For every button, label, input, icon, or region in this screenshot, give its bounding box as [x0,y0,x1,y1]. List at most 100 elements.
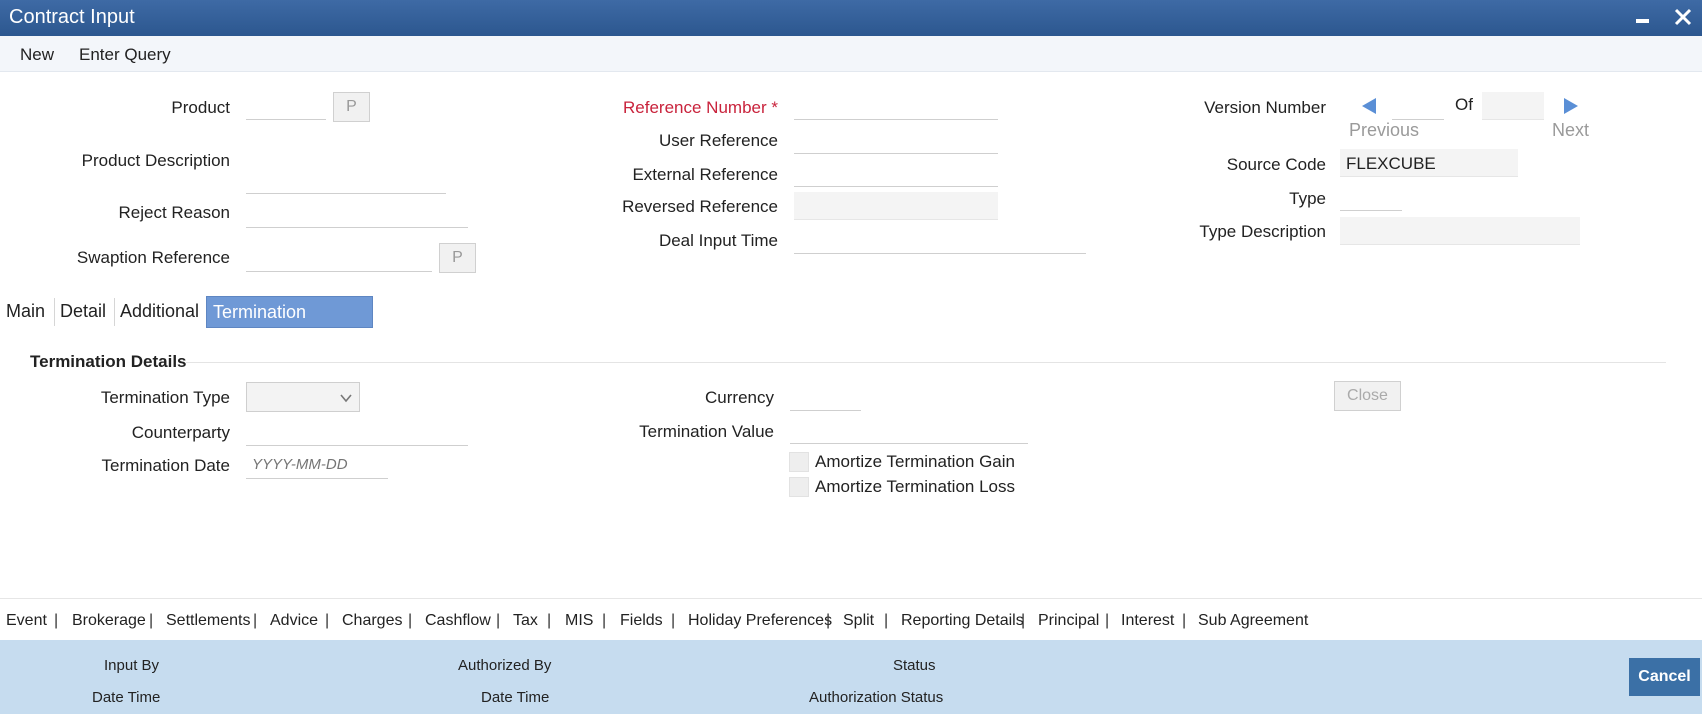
amortize-loss-checkbox[interactable] [789,477,809,497]
link-separator: | [408,612,413,629]
authorization-status-label: Authorization Status [809,689,944,706]
reference-number-input[interactable] [794,92,998,120]
link-reporting-details[interactable]: Reporting Details [901,612,1024,630]
link-separator: | [149,612,154,629]
link-charges[interactable]: Charges [342,612,402,630]
cancel-button[interactable]: Cancel [1629,658,1700,696]
reference-number-label-text: Reference Number [623,98,767,117]
product-lov-button[interactable]: P [333,92,370,122]
user-reference-label: User Reference [658,131,778,150]
link-separator: | [884,612,889,629]
product-description-label: Product Description [81,151,230,170]
link-separator: | [1182,612,1187,629]
type-description-input [1340,217,1580,245]
version-number-label: Version Number [1204,98,1326,117]
link-separator: | [547,612,552,629]
termination-date-label: Termination Date [101,456,230,475]
amortize-gain-checkbox[interactable] [789,452,809,472]
amortize-loss-label: Amortize Termination Loss [815,477,1015,496]
swaption-reference-label: Swaption Reference [76,248,230,267]
type-label: Type [1289,189,1326,208]
product-description-field [246,166,446,194]
link-tax[interactable]: Tax [513,612,538,630]
previous-arrow-icon[interactable] [1360,96,1378,116]
deal-input-time-input[interactable] [794,226,1086,254]
type-input[interactable] [1340,183,1402,211]
window-titlebar: Contract Input [0,0,1702,36]
authorized-date-time-label: Date Time [481,689,550,706]
termination-type-select[interactable] [246,382,360,412]
link-separator: | [602,612,607,629]
termination-value-input[interactable] [790,416,1028,444]
deal-input-time-label: Deal Input Time [658,231,778,250]
link-separator: | [54,612,59,629]
menu-bar: New Enter Query [0,36,1702,72]
required-mark: * [771,98,778,117]
termination-value-label: Termination Value [639,422,774,441]
currency-input[interactable] [790,383,861,411]
total-versions-input [1482,92,1544,120]
source-code-label: Source Code [1226,155,1326,174]
tab-detail[interactable]: Detail [54,296,112,328]
input-by-label: Input By [104,657,160,674]
termination-type-label: Termination Type [100,388,230,407]
next-arrow-icon[interactable] [1562,96,1580,116]
next-label[interactable]: Next [1552,120,1589,141]
section-divider [186,362,1666,363]
source-code-value: FLEXCUBE [1340,149,1518,177]
swaption-reference-input[interactable] [246,244,432,272]
link-holiday-preferences[interactable]: Holiday Preferences [688,612,832,630]
minimize-icon[interactable] [1630,4,1656,30]
reject-reason-input[interactable] [246,200,468,228]
section-title: Termination Details [30,352,187,371]
user-reference-input[interactable] [794,126,998,154]
link-separator: | [671,612,676,629]
link-principal[interactable]: Principal [1038,612,1099,630]
termination-date-input[interactable] [246,451,388,479]
external-reference-input[interactable] [794,159,998,187]
status-label: Status [893,657,936,674]
link-sub-agreement[interactable]: Sub Agreement [1198,612,1308,630]
currency-label: Currency [705,388,774,407]
external-reference-label: External Reference [632,165,778,184]
tab-termination-details[interactable]: Termination Details [206,296,373,352]
menu-new[interactable]: New [20,45,54,65]
link-split[interactable]: Split [843,612,874,630]
menu-enter-query[interactable]: Enter Query [79,45,171,65]
link-settlements[interactable]: Settlements [166,612,250,630]
link-cashflow[interactable]: Cashflow [425,612,491,630]
type-description-label: Type Description [1199,222,1326,241]
product-label: Product [171,98,230,117]
of-label: Of [1455,95,1473,114]
link-advice[interactable]: Advice [270,612,318,630]
chevron-down-icon [340,394,352,403]
link-fields[interactable]: Fields [620,612,663,630]
reject-reason-label: Reject Reason [118,203,230,222]
reference-number-label: Reference Number * [623,98,778,118]
swaption-lov-button[interactable]: P [439,243,476,273]
link-separator: | [325,612,330,629]
tab-main[interactable]: Main [0,296,51,328]
authorized-by-label: Authorized By [458,657,552,674]
link-separator: | [496,612,501,629]
link-event[interactable]: Event [6,612,47,630]
reversed-reference-input [794,192,998,220]
link-brokerage[interactable]: Brokerage [72,612,146,630]
input-date-time-label: Date Time [92,689,161,706]
link-separator: | [1105,612,1110,629]
link-separator: | [826,612,831,629]
counterparty-label: Counterparty [131,423,230,442]
reversed-reference-label: Reversed Reference [622,197,778,216]
version-number-input[interactable] [1392,92,1444,120]
link-separator: | [1021,612,1026,629]
close-button[interactable]: Close [1334,381,1401,411]
counterparty-input[interactable] [246,418,468,446]
amortize-gain-label: Amortize Termination Gain [815,452,1015,471]
tab-additional[interactable]: Additional [114,296,205,328]
close-icon[interactable] [1670,4,1696,30]
link-interest[interactable]: Interest [1121,612,1174,630]
link-mis[interactable]: MIS [565,612,593,630]
link-separator: | [253,612,258,629]
product-input[interactable] [246,92,326,120]
previous-label[interactable]: Previous [1349,120,1419,141]
